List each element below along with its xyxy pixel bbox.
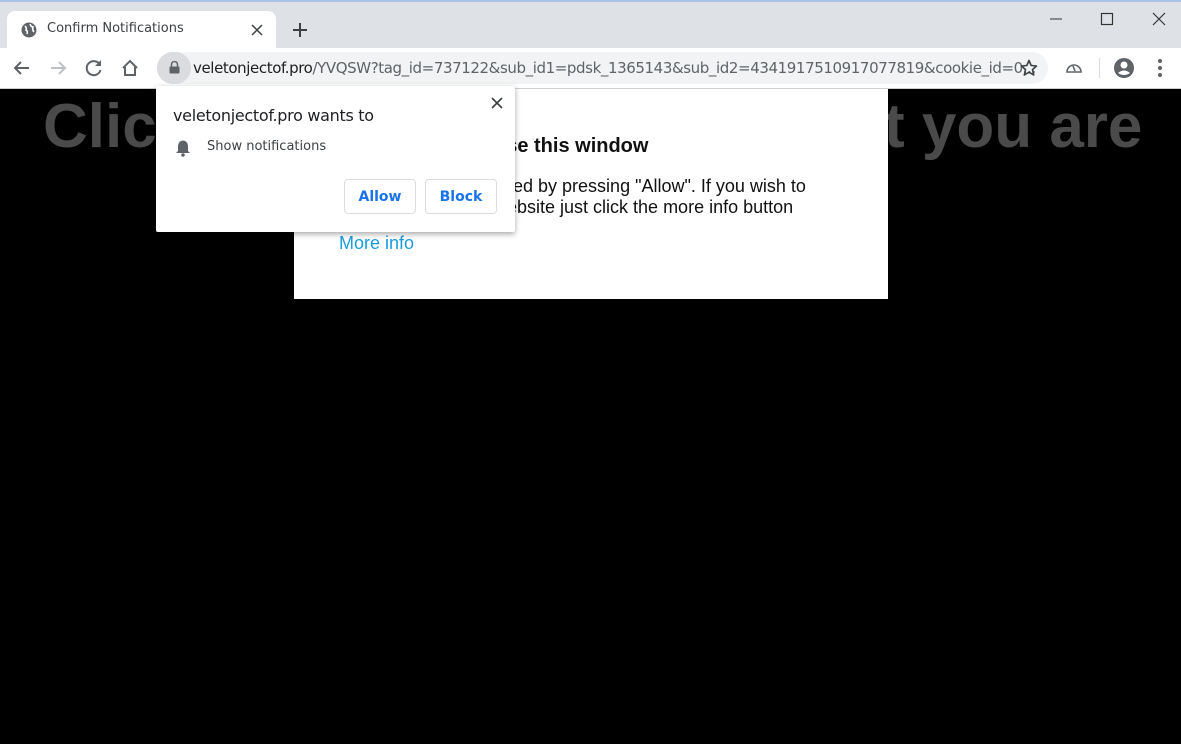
browser-title-bar: Confirm Notifications — [0, 0, 1181, 50]
url-path: /YVQSW?tag_id=737122&sub_id1=pdsk_136514… — [312, 59, 1036, 77]
bookmark-star-icon[interactable] — [1020, 59, 1038, 77]
allow-button[interactable]: Allow — [344, 179, 416, 214]
menu-icon[interactable] — [1148, 56, 1172, 80]
url-text[interactable]: veletonjectof.pro/YVQSW?tag_id=737122&su… — [193, 59, 1036, 77]
close-window-icon[interactable] — [1147, 8, 1171, 30]
address-bar[interactable]: veletonjectof.pro/YVQSW?tag_id=737122&su… — [157, 52, 1048, 84]
block-button[interactable]: Block — [425, 179, 497, 214]
maximize-icon[interactable] — [1095, 8, 1119, 30]
minimize-icon[interactable] — [1044, 8, 1068, 30]
url-host: veletonjectof.pro — [193, 59, 313, 77]
prompt-title: veletonjectof.pro wants to — [173, 106, 374, 125]
close-icon[interactable] — [489, 95, 505, 111]
tab-title: Confirm Notifications — [47, 21, 184, 36]
back-arrow-icon[interactable] — [10, 56, 34, 80]
globe-icon — [21, 22, 37, 38]
forward-arrow-icon[interactable] — [46, 56, 70, 80]
tab-close-icon[interactable] — [248, 21, 266, 39]
tab-confirm-notifications[interactable]: Confirm Notifications — [7, 11, 276, 50]
reload-icon[interactable] — [82, 56, 106, 80]
more-info-link[interactable]: More info — [339, 233, 414, 254]
modal-body-line2: website just click the more info button — [494, 197, 794, 217]
profile-icon[interactable] — [1112, 56, 1136, 80]
toolbar-divider — [1099, 58, 1100, 78]
notification-permission-prompt: veletonjectof.pro wants to Show notifica… — [156, 86, 515, 232]
modal-body-line1: osed by pressing "Allow". If you wish to — [494, 176, 806, 196]
performance-icon[interactable] — [1062, 56, 1086, 80]
home-icon[interactable] — [118, 56, 142, 80]
background-headline-left: Clic — [43, 92, 157, 161]
plus-icon[interactable] — [290, 20, 310, 40]
permission-label: Show notifications — [207, 139, 327, 154]
background-headline-right: t you are — [884, 92, 1143, 161]
bell-icon — [176, 140, 190, 157]
site-info-button[interactable] — [157, 52, 191, 84]
lock-icon — [169, 61, 180, 74]
modal-heading: ose this window — [494, 135, 649, 157]
browser-toolbar: veletonjectof.pro/YVQSW?tag_id=737122&su… — [0, 48, 1181, 89]
